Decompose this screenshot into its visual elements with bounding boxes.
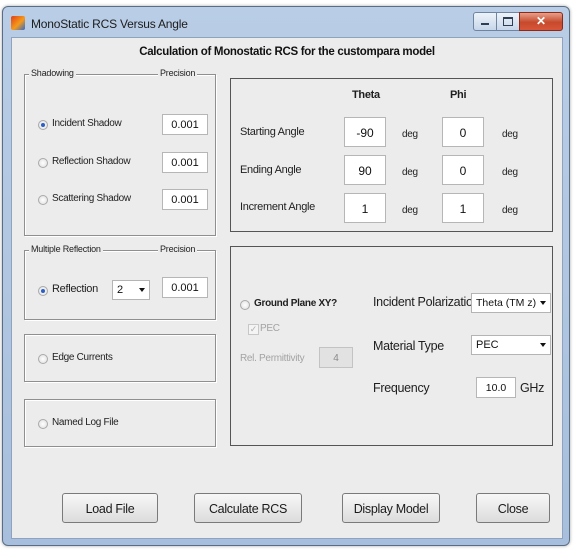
permittivity-label: Rel. Permittivity	[240, 353, 305, 364]
starting-phi-unit: deg	[502, 129, 518, 140]
reflection-count-value: 2	[117, 284, 124, 296]
window-title: MonoStatic RCS Versus Angle	[31, 17, 188, 31]
named-log-radio[interactable]	[38, 419, 48, 429]
close-button[interactable]: Close	[476, 493, 550, 523]
load-file-button[interactable]: Load File	[62, 493, 158, 523]
reflection-radio[interactable]	[38, 286, 48, 296]
reflection-label: Reflection	[52, 283, 98, 295]
window-close-button[interactable]: ✕	[519, 12, 563, 31]
dialog-heading: Calculation of Monostatic RCS for the cu…	[139, 46, 435, 58]
edge-currents-label: Edge Currents	[52, 352, 113, 363]
display-model-button[interactable]: Display Model	[342, 493, 440, 523]
minimize-button[interactable]	[473, 12, 497, 31]
permittivity-input[interactable]: 4	[319, 347, 353, 368]
incident-shadow-precision-input[interactable]: 0.001	[162, 114, 208, 135]
polarization-select[interactable]: Theta (TM z)	[471, 293, 551, 313]
starting-angle-label: Starting Angle	[240, 126, 305, 138]
reflection-count-select[interactable]: 2	[112, 280, 150, 300]
named-log-label: Named Log File	[52, 417, 119, 428]
ending-phi-input[interactable]: 0	[442, 155, 484, 185]
pec-label: PEC	[260, 323, 280, 334]
maximize-icon	[503, 17, 513, 26]
starting-theta-unit: deg	[402, 129, 418, 140]
increment-phi-input[interactable]: 1	[442, 193, 484, 223]
ending-theta-input[interactable]: 90	[344, 155, 386, 185]
minimize-icon	[481, 23, 489, 25]
increment-theta-unit: deg	[402, 205, 418, 216]
incident-polarization-label: Incident Polarization	[373, 295, 480, 309]
matlab-app-icon	[11, 16, 25, 30]
increment-phi-unit: deg	[502, 205, 518, 216]
ending-angle-label: Ending Angle	[240, 164, 302, 176]
chevron-down-icon	[139, 288, 145, 292]
material-type-label: Material Type	[373, 339, 444, 353]
maximize-button[interactable]	[496, 12, 520, 31]
phi-header: Phi	[450, 89, 467, 101]
theta-header: Theta	[352, 89, 380, 101]
shadowing-panel-label: Shadowing	[29, 68, 76, 78]
chevron-down-icon	[540, 301, 546, 305]
ending-theta-unit: deg	[402, 167, 418, 178]
pec-checkbox[interactable]: ✓	[248, 324, 259, 335]
material-type-value: PEC	[476, 339, 499, 351]
reflection-shadow-precision-input[interactable]: 0.001	[162, 152, 208, 173]
material-type-select[interactable]: PEC	[471, 335, 551, 355]
multiple-reflection-panel-label: Multiple Reflection	[29, 244, 103, 254]
close-icon: ✕	[535, 14, 547, 28]
ground-plane-label: Ground Plane XY?	[254, 298, 337, 309]
increment-angle-label: Increment Angle	[240, 201, 315, 213]
scattering-shadow-label: Scattering Shadow	[52, 193, 131, 204]
reflection-shadow-label: Reflection Shadow	[52, 156, 131, 167]
polarization-value: Theta (TM z)	[476, 297, 537, 309]
reflection-precision-input[interactable]: 0.001	[162, 277, 208, 298]
ending-phi-unit: deg	[502, 167, 518, 178]
incident-shadow-label: Incident Shadow	[52, 118, 122, 129]
chevron-down-icon	[540, 343, 546, 347]
scattering-shadow-radio[interactable]	[38, 195, 48, 205]
edge-currents-radio[interactable]	[38, 354, 48, 364]
frequency-unit: GHz	[520, 381, 545, 395]
incident-shadow-radio[interactable]	[38, 120, 48, 130]
multiple-reflection-precision-label: Precision	[158, 244, 198, 254]
title-bar[interactable]: MonoStatic RCS Versus Angle ✕	[3, 7, 569, 35]
app-window: MonoStatic RCS Versus Angle ✕ Calculatio…	[2, 6, 570, 546]
dialog-body: Calculation of Monostatic RCS for the cu…	[11, 37, 563, 539]
starting-phi-input[interactable]: 0	[442, 117, 484, 147]
shadowing-precision-label: Precision	[158, 68, 198, 78]
starting-theta-input[interactable]: -90	[344, 117, 386, 147]
reflection-shadow-radio[interactable]	[38, 158, 48, 168]
ground-plane-radio[interactable]	[240, 300, 250, 310]
frequency-label: Frequency	[373, 381, 430, 395]
increment-theta-input[interactable]: 1	[344, 193, 386, 223]
scattering-shadow-precision-input[interactable]: 0.001	[162, 189, 208, 210]
calculate-rcs-button[interactable]: Calculate RCS	[194, 493, 302, 523]
frequency-input[interactable]: 10.0	[476, 377, 516, 398]
